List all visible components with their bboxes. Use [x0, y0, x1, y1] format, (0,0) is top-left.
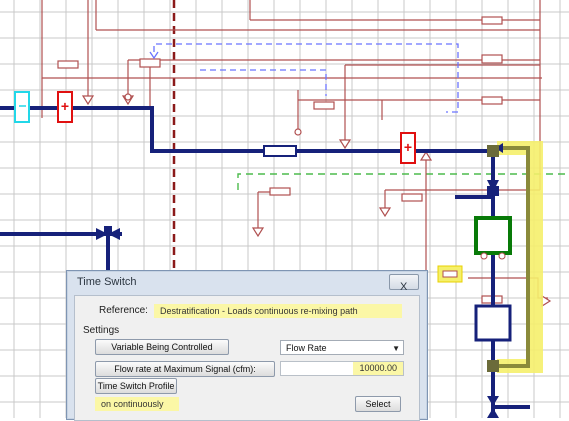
close-button[interactable]: X [389, 274, 419, 293]
reference-label: Reference: [99, 305, 148, 316]
svg-text:+: + [404, 139, 412, 155]
green-coil[interactable] [474, 216, 512, 255]
time-switch-profile-button[interactable]: Time Switch Profile [95, 378, 177, 394]
flow-rate-max-signal-button[interactable]: Flow rate at Maximum Signal (cfm): [95, 361, 275, 377]
profile-value-field[interactable]: on continuously [95, 397, 179, 411]
reference-field[interactable]: Destratification - Loads continuous re-m… [154, 304, 402, 318]
settings-label: Settings [83, 325, 120, 336]
flow-rate-field[interactable]: 10000.00 [280, 361, 404, 376]
variable-being-controlled-button[interactable]: Variable Being Controlled [95, 339, 229, 355]
svg-text:+: + [61, 98, 69, 114]
blue-coil[interactable] [474, 304, 512, 342]
dialog-body: Reference: Destratification - Loads cont… [74, 295, 420, 421]
time-switch-dialog: Time Switch X Reference: Destratificatio… [66, 270, 428, 421]
close-icon: X [400, 281, 408, 293]
valve-right[interactable] [487, 180, 499, 196]
flow-rate-value: 10000.00 [353, 362, 403, 375]
pipe-segment-box[interactable] [263, 145, 297, 157]
variable-select-value: Flow Rate [286, 343, 327, 353]
square-node-top[interactable] [487, 145, 499, 157]
dropdown-arrow-icon: ▼ [392, 344, 400, 353]
cyan-component[interactable] [14, 91, 30, 123]
square-node-bottom[interactable] [487, 360, 499, 372]
dialog-title: Time Switch [77, 276, 137, 288]
select-button[interactable]: Select [355, 396, 401, 412]
variable-select[interactable]: Flow Rate ▼ [280, 340, 404, 355]
dialog-title-bar[interactable]: Time Switch X [67, 271, 427, 293]
